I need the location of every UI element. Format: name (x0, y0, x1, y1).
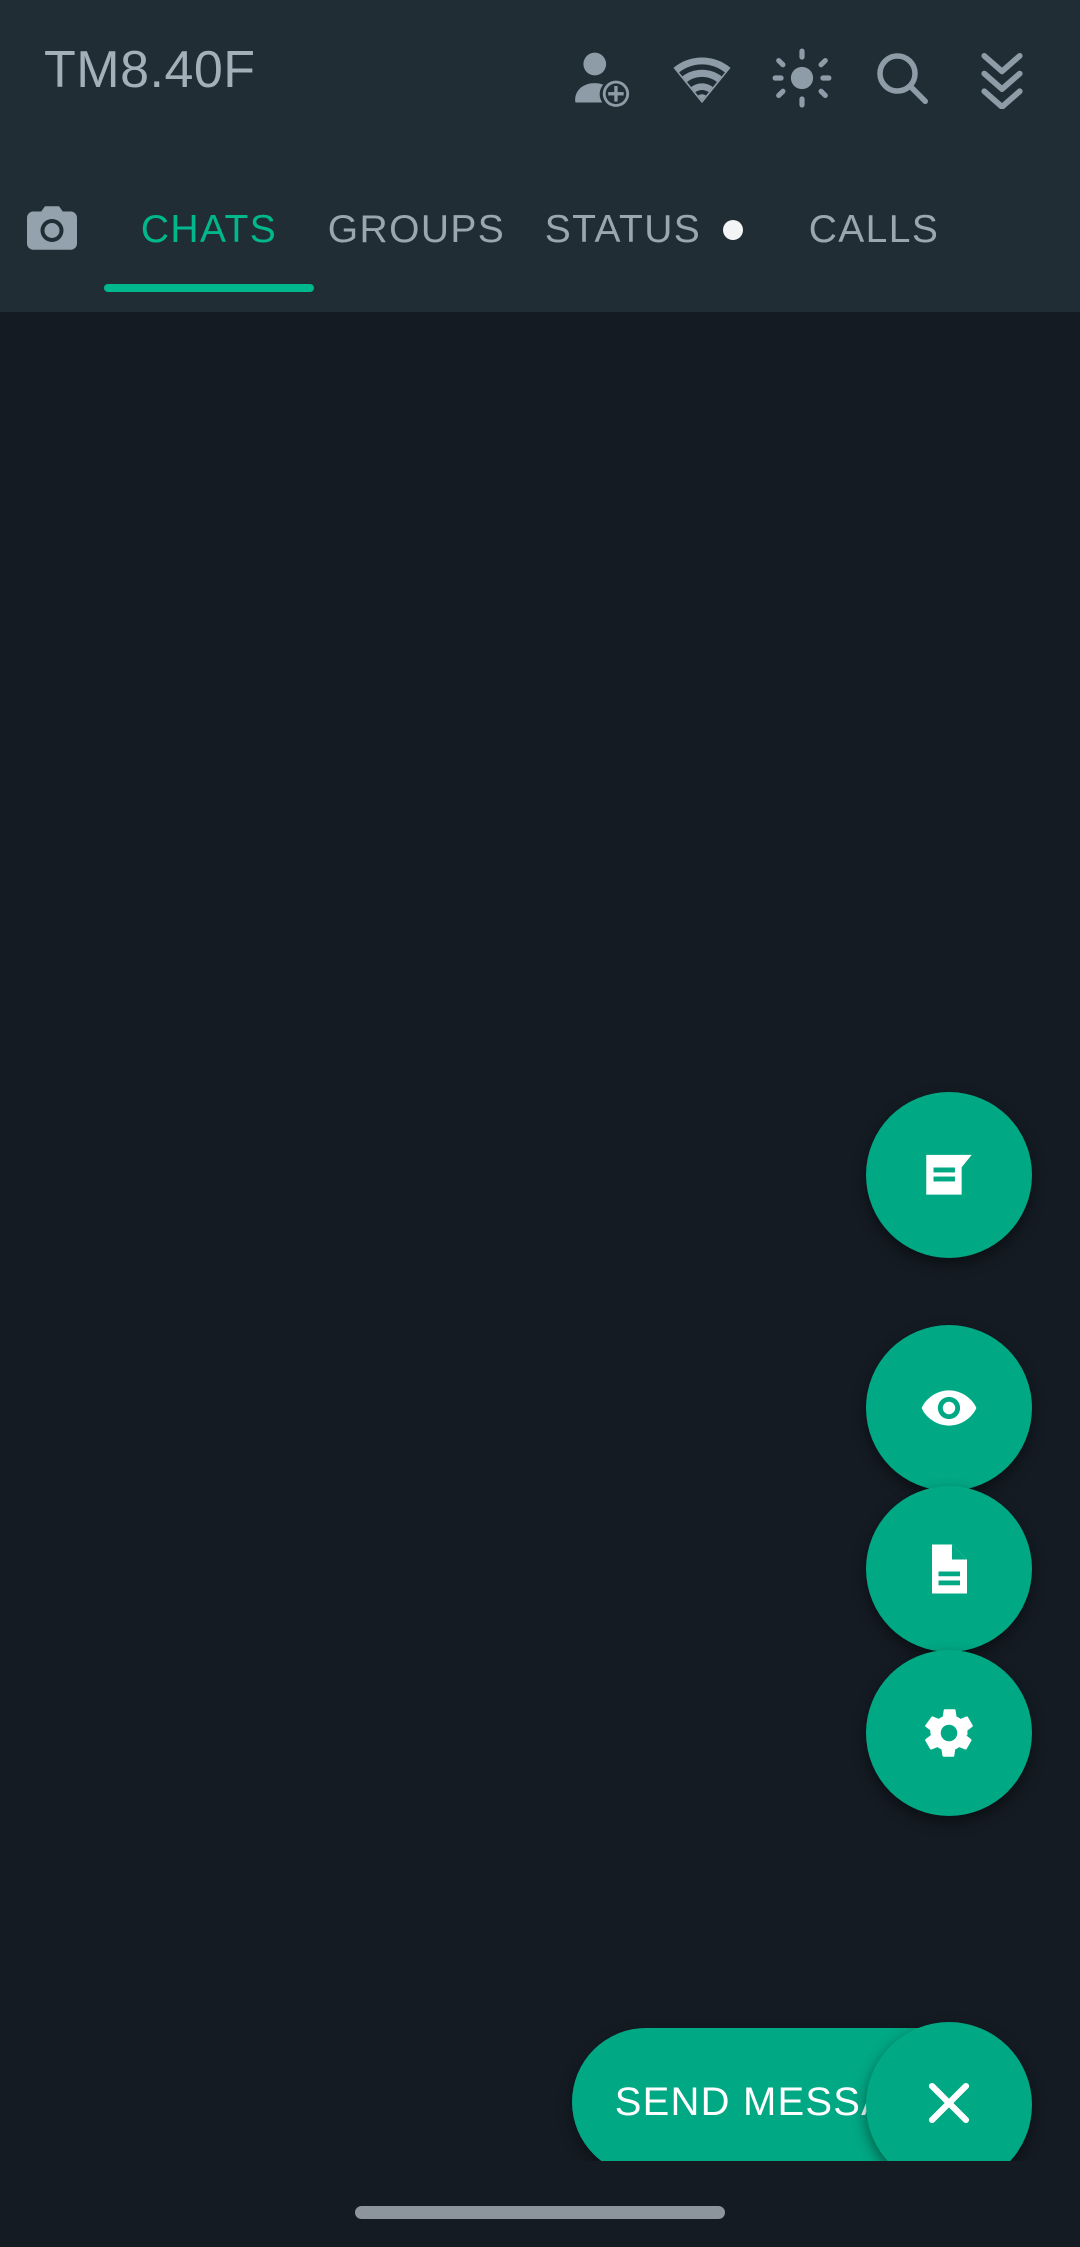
document-icon (919, 1539, 979, 1599)
gear-icon (918, 1702, 980, 1764)
brightness-icon[interactable] (752, 30, 852, 126)
tab-calls[interactable]: CALLS (769, 182, 979, 278)
tab-indicator (104, 284, 314, 292)
chat-list-empty (0, 312, 1080, 2247)
tab-bar: CHATS GROUPS STATUS CALLS (0, 178, 1080, 312)
status-badge (723, 220, 744, 240)
add-person-icon[interactable] (552, 30, 652, 126)
tab-status-label: STATUS (544, 208, 702, 251)
new-document-fab[interactable] (866, 1486, 1032, 1652)
eye-icon (918, 1377, 980, 1439)
camera-icon[interactable] (0, 182, 104, 274)
gesture-handle[interactable] (355, 2206, 725, 2219)
new-status-fab[interactable] (866, 1325, 1032, 1491)
tab-status[interactable]: STATUS (519, 182, 769, 278)
tab-chats[interactable]: CHATS (104, 182, 314, 292)
settings-fab[interactable] (866, 1650, 1032, 1816)
close-icon (920, 2074, 978, 2137)
tab-groups[interactable]: GROUPS (314, 182, 519, 278)
app-header: TM8.40F (0, 0, 1080, 178)
app-root: TM8.40F CHATS GROUPS STATUS CALLS SEND M… (0, 0, 1080, 2247)
message-icon (918, 1144, 980, 1206)
header-actions (552, 30, 1052, 126)
tab-calls-label: CALLS (808, 208, 940, 251)
new-message-fab[interactable] (866, 1092, 1032, 1258)
search-icon[interactable] (852, 30, 952, 126)
system-navigation-bar (0, 2161, 1080, 2247)
page-title: TM8.40F (44, 41, 256, 99)
wifi-icon[interactable] (652, 30, 752, 126)
tab-chats-label: CHATS (140, 208, 278, 251)
tab-groups-label: GROUPS (327, 208, 506, 251)
chevron-double-down-icon[interactable] (952, 30, 1052, 126)
